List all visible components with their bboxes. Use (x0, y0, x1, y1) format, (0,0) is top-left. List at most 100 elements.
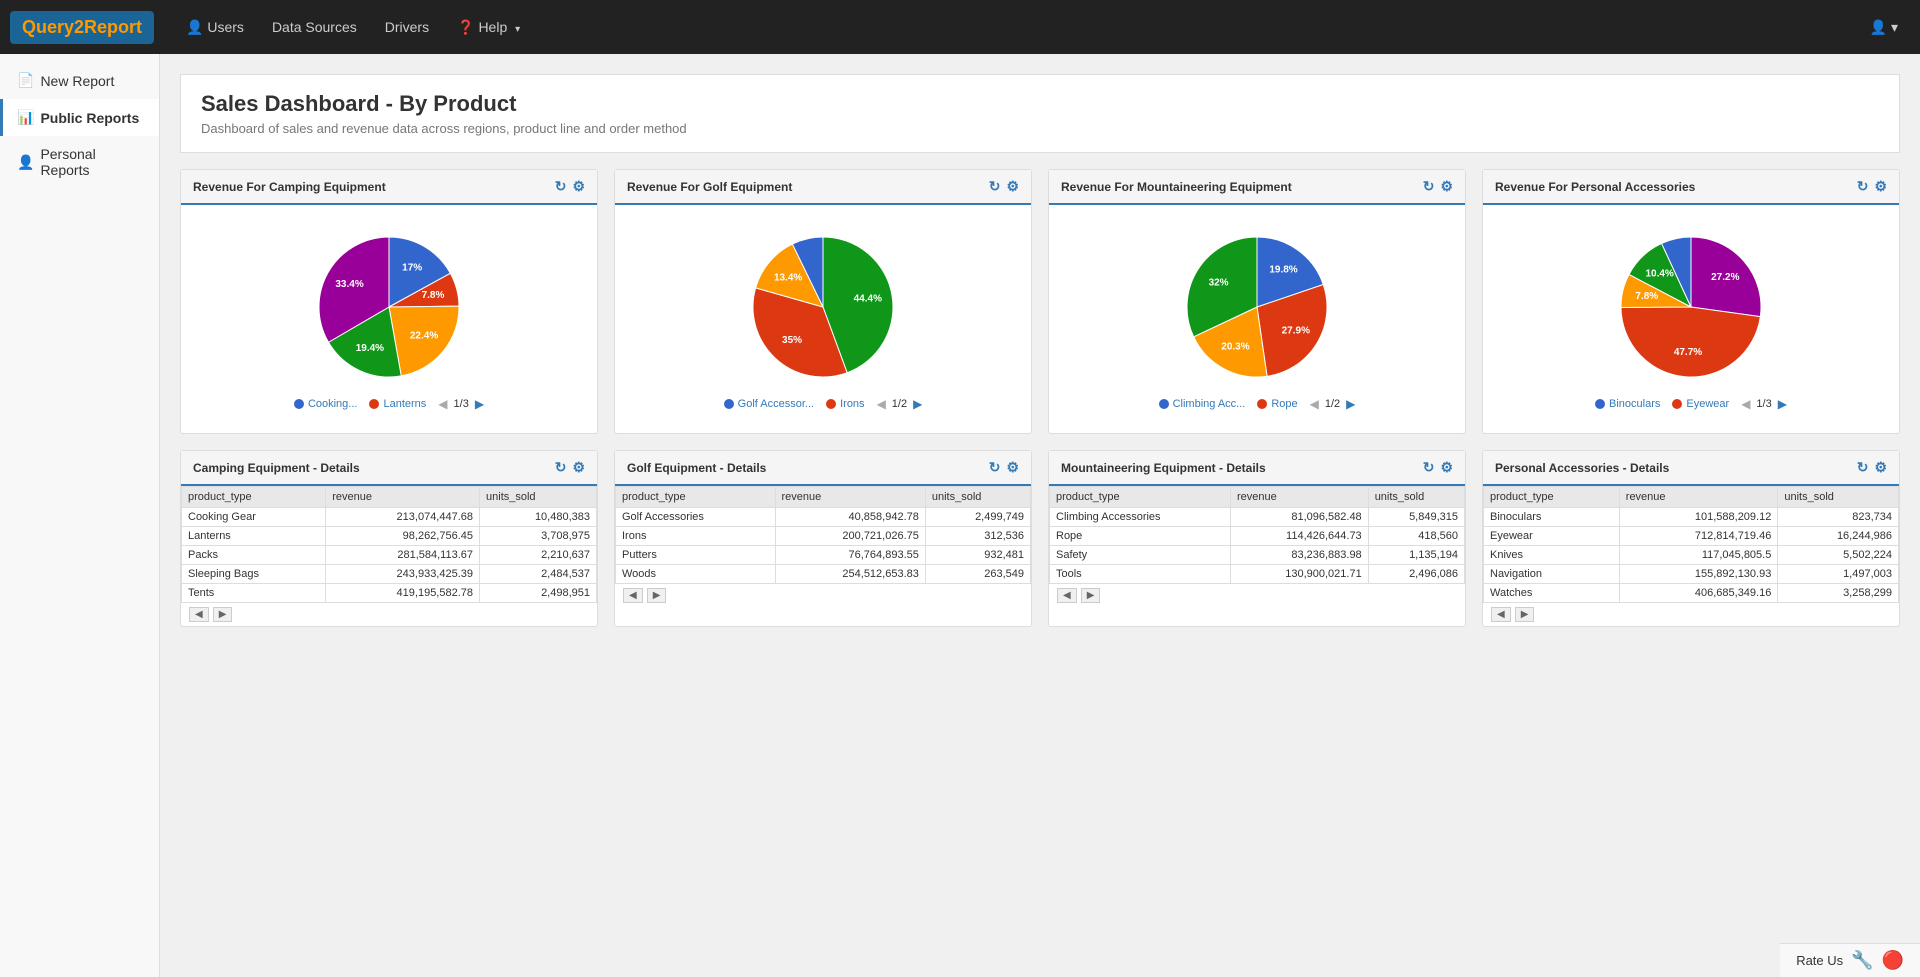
chart-body: 27.2%47.7%7.8%10.4% Binoculars Eyewear ◀… (1483, 205, 1899, 433)
table-header-row: product_typerevenueunits_sold (182, 487, 597, 508)
chart-title: Revenue For Camping Equipment (193, 180, 386, 194)
next-page-icon[interactable]: ▶ (1346, 397, 1355, 411)
col-header: revenue (326, 487, 480, 508)
nav-data-sources[interactable]: Data Sources (260, 11, 369, 43)
legend-dot (826, 399, 836, 409)
table-header-row: product_typerevenueunits_sold (616, 487, 1031, 508)
table-cell: Woods (616, 565, 776, 584)
user-caret-icon: ▾ (1891, 19, 1898, 35)
table-cell: Tents (182, 584, 326, 603)
nav-drivers[interactable]: Drivers (373, 11, 441, 43)
pie-container: 17%7.8%22.4%19.4%33.4% Cooking... Lanter… (193, 217, 585, 421)
table-cell: Watches (1484, 584, 1620, 603)
table-cell: 3,258,299 (1778, 584, 1899, 603)
refresh-icon[interactable]: ↻ (989, 178, 1001, 195)
chart-body: 19.8%27.9%20.3%32% Climbing Acc... Rope … (1049, 205, 1465, 433)
card-actions: ↻ ⚙ (1423, 178, 1453, 195)
sidebar-item-public-reports[interactable]: 📊 Public Reports (0, 99, 159, 136)
prev-page-icon[interactable]: ◀ (1741, 397, 1750, 411)
svg-text:47.7%: 47.7% (1674, 347, 1702, 358)
refresh-icon[interactable]: ↻ (1857, 459, 1869, 476)
table-cell: 5,849,315 (1368, 508, 1464, 527)
col-header: units_sold (480, 487, 597, 508)
table-header-row: product_typerevenueunits_sold (1050, 487, 1465, 508)
navbar-right: 👤 ▾ (1858, 11, 1910, 44)
legend-label[interactable]: Lanterns (383, 398, 426, 410)
settings-icon[interactable]: ⚙ (1440, 459, 1453, 476)
sidebar-item-new-report[interactable]: 📄 New Report (0, 62, 159, 99)
table-cell: 200,721,026.75 (775, 527, 925, 546)
settings-icon[interactable]: ⚙ (1874, 459, 1887, 476)
pie-container: 27.2%47.7%7.8%10.4% Binoculars Eyewear ◀… (1495, 217, 1887, 421)
table-cell: 2,498,951 (480, 584, 597, 603)
refresh-icon[interactable]: ↻ (555, 178, 567, 195)
table-cell: Eyewear (1484, 527, 1620, 546)
legend-label[interactable]: Golf Accessor... (738, 398, 814, 410)
svg-text:19.4%: 19.4% (356, 343, 384, 354)
next-table-page-btn[interactable]: ▶ (1081, 588, 1101, 603)
prev-table-page-btn[interactable]: ◀ (1491, 607, 1511, 622)
table-cell: 932,481 (925, 546, 1030, 565)
table-cell: 712,814,719.46 (1619, 527, 1778, 546)
col-header: product_type (616, 487, 776, 508)
page-indicator: 1/2 (1325, 398, 1340, 410)
table-nav: ◀ ▶ (1483, 603, 1899, 626)
table-row: Knives117,045,805.55,502,224 (1484, 546, 1899, 565)
prev-table-page-btn[interactable]: ◀ (1057, 588, 1077, 603)
prev-page-icon[interactable]: ◀ (877, 397, 886, 411)
refresh-icon[interactable]: ↻ (1857, 178, 1869, 195)
personal-reports-icon: 👤 (17, 154, 34, 171)
table-body: product_typerevenueunits_sold Golf Acces… (615, 486, 1031, 607)
table-cell: Climbing Accessories (1050, 508, 1231, 527)
settings-icon[interactable]: ⚙ (1874, 178, 1887, 195)
refresh-icon[interactable]: ↻ (989, 459, 1001, 476)
settings-icon[interactable]: ⚙ (1006, 178, 1019, 195)
prev-page-icon[interactable]: ◀ (438, 397, 447, 411)
legend-dot (724, 399, 734, 409)
table-nav: ◀ ▶ (1049, 584, 1465, 607)
user-menu[interactable]: 👤 ▾ (1858, 11, 1910, 44)
next-page-icon[interactable]: ▶ (913, 397, 922, 411)
legend-label[interactable]: Irons (840, 398, 864, 410)
legend-label[interactable]: Climbing Acc... (1173, 398, 1246, 410)
prev-table-page-btn[interactable]: ◀ (189, 607, 209, 622)
prev-page-icon[interactable]: ◀ (1310, 397, 1319, 411)
settings-icon[interactable]: ⚙ (572, 459, 585, 476)
table-card-personal-details: Personal Accessories - Details ↻ ⚙ produ… (1482, 450, 1900, 627)
col-header: product_type (1484, 487, 1620, 508)
sidebar-item-personal-reports[interactable]: 👤 Personal Reports (0, 136, 159, 188)
svg-text:32%: 32% (1209, 277, 1229, 288)
table-cell: 213,074,447.68 (326, 508, 480, 527)
table-row: Golf Accessories40,858,942.782,499,749 (616, 508, 1031, 527)
table-row: Binoculars101,588,209.12823,734 (1484, 508, 1899, 527)
next-table-page-btn[interactable]: ▶ (647, 588, 667, 603)
nav-help[interactable]: ❓ Help ▾ (445, 11, 532, 44)
brand-logo[interactable]: Query2Report (10, 11, 154, 44)
card-actions: ↻ ⚙ (555, 459, 585, 476)
page-indicator: 1/2 (892, 398, 907, 410)
legend-label[interactable]: Rope (1271, 398, 1297, 410)
legend-dot (1159, 399, 1169, 409)
refresh-icon[interactable]: ↻ (1423, 459, 1435, 476)
table-row: Sleeping Bags243,933,425.392,484,537 (182, 565, 597, 584)
settings-icon[interactable]: ⚙ (572, 178, 585, 195)
next-table-page-btn[interactable]: ▶ (213, 607, 233, 622)
card-actions: ↻ ⚙ (555, 178, 585, 195)
nav-users[interactable]: 👤 Users (174, 11, 256, 44)
legend-label[interactable]: Binoculars (1609, 398, 1660, 410)
settings-icon[interactable]: ⚙ (1440, 178, 1453, 195)
chart-card-personal: Revenue For Personal Accessories ↻ ⚙ 27.… (1482, 169, 1900, 434)
refresh-icon[interactable]: ↻ (1423, 178, 1435, 195)
next-page-icon[interactable]: ▶ (475, 397, 484, 411)
card-actions: ↻ ⚙ (1423, 459, 1453, 476)
page-header: Sales Dashboard - By Product Dashboard o… (180, 74, 1900, 153)
prev-table-page-btn[interactable]: ◀ (623, 588, 643, 603)
legend-label[interactable]: Cooking... (308, 398, 358, 410)
refresh-icon[interactable]: ↻ (555, 459, 567, 476)
settings-icon[interactable]: ⚙ (1006, 459, 1019, 476)
next-table-page-btn[interactable]: ▶ (1515, 607, 1535, 622)
legend-label[interactable]: Eyewear (1686, 398, 1729, 410)
table-row: Irons200,721,026.75312,536 (616, 527, 1031, 546)
pie-container: 19.8%27.9%20.3%32% Climbing Acc... Rope … (1061, 217, 1453, 421)
next-page-icon[interactable]: ▶ (1778, 397, 1787, 411)
